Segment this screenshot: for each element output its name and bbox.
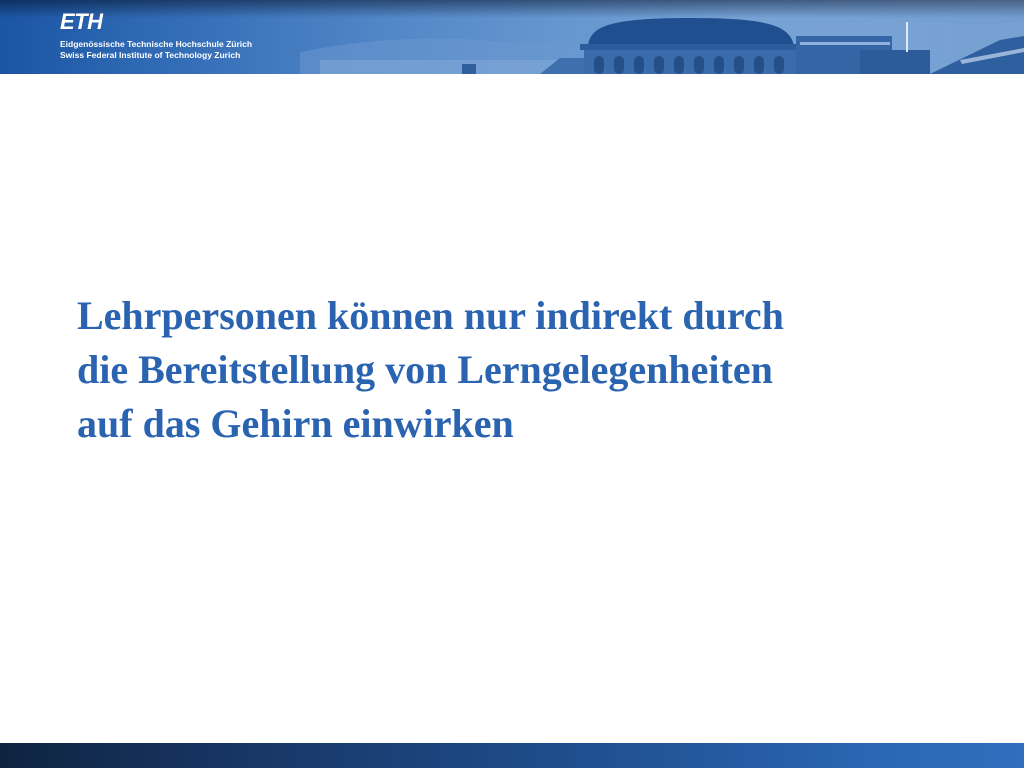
header-banner: ETH Eidgenössische Technische Hochschule… <box>0 0 1024 74</box>
slide-title: Lehrpersonen können nur indirekt durch d… <box>77 289 937 451</box>
slide-title-line: Lehrpersonen können nur indirekt durch <box>77 293 784 338</box>
eth-building-panorama-image <box>0 0 1024 74</box>
slide-title-line: auf das Gehirn einwirken <box>77 401 514 446</box>
footer-bar <box>0 743 1024 768</box>
institution-name-german: Eidgenössische Technische Hochschule Zür… <box>60 39 253 49</box>
slide-title-line: die Bereitstellung von Lerngelegenheiten <box>77 347 773 392</box>
slide: ETH Eidgenössische Technische Hochschule… <box>0 0 1024 768</box>
institution-name-english: Swiss Federal Institute of Technology Zu… <box>60 50 241 60</box>
eth-logo: ETH <box>60 9 103 34</box>
